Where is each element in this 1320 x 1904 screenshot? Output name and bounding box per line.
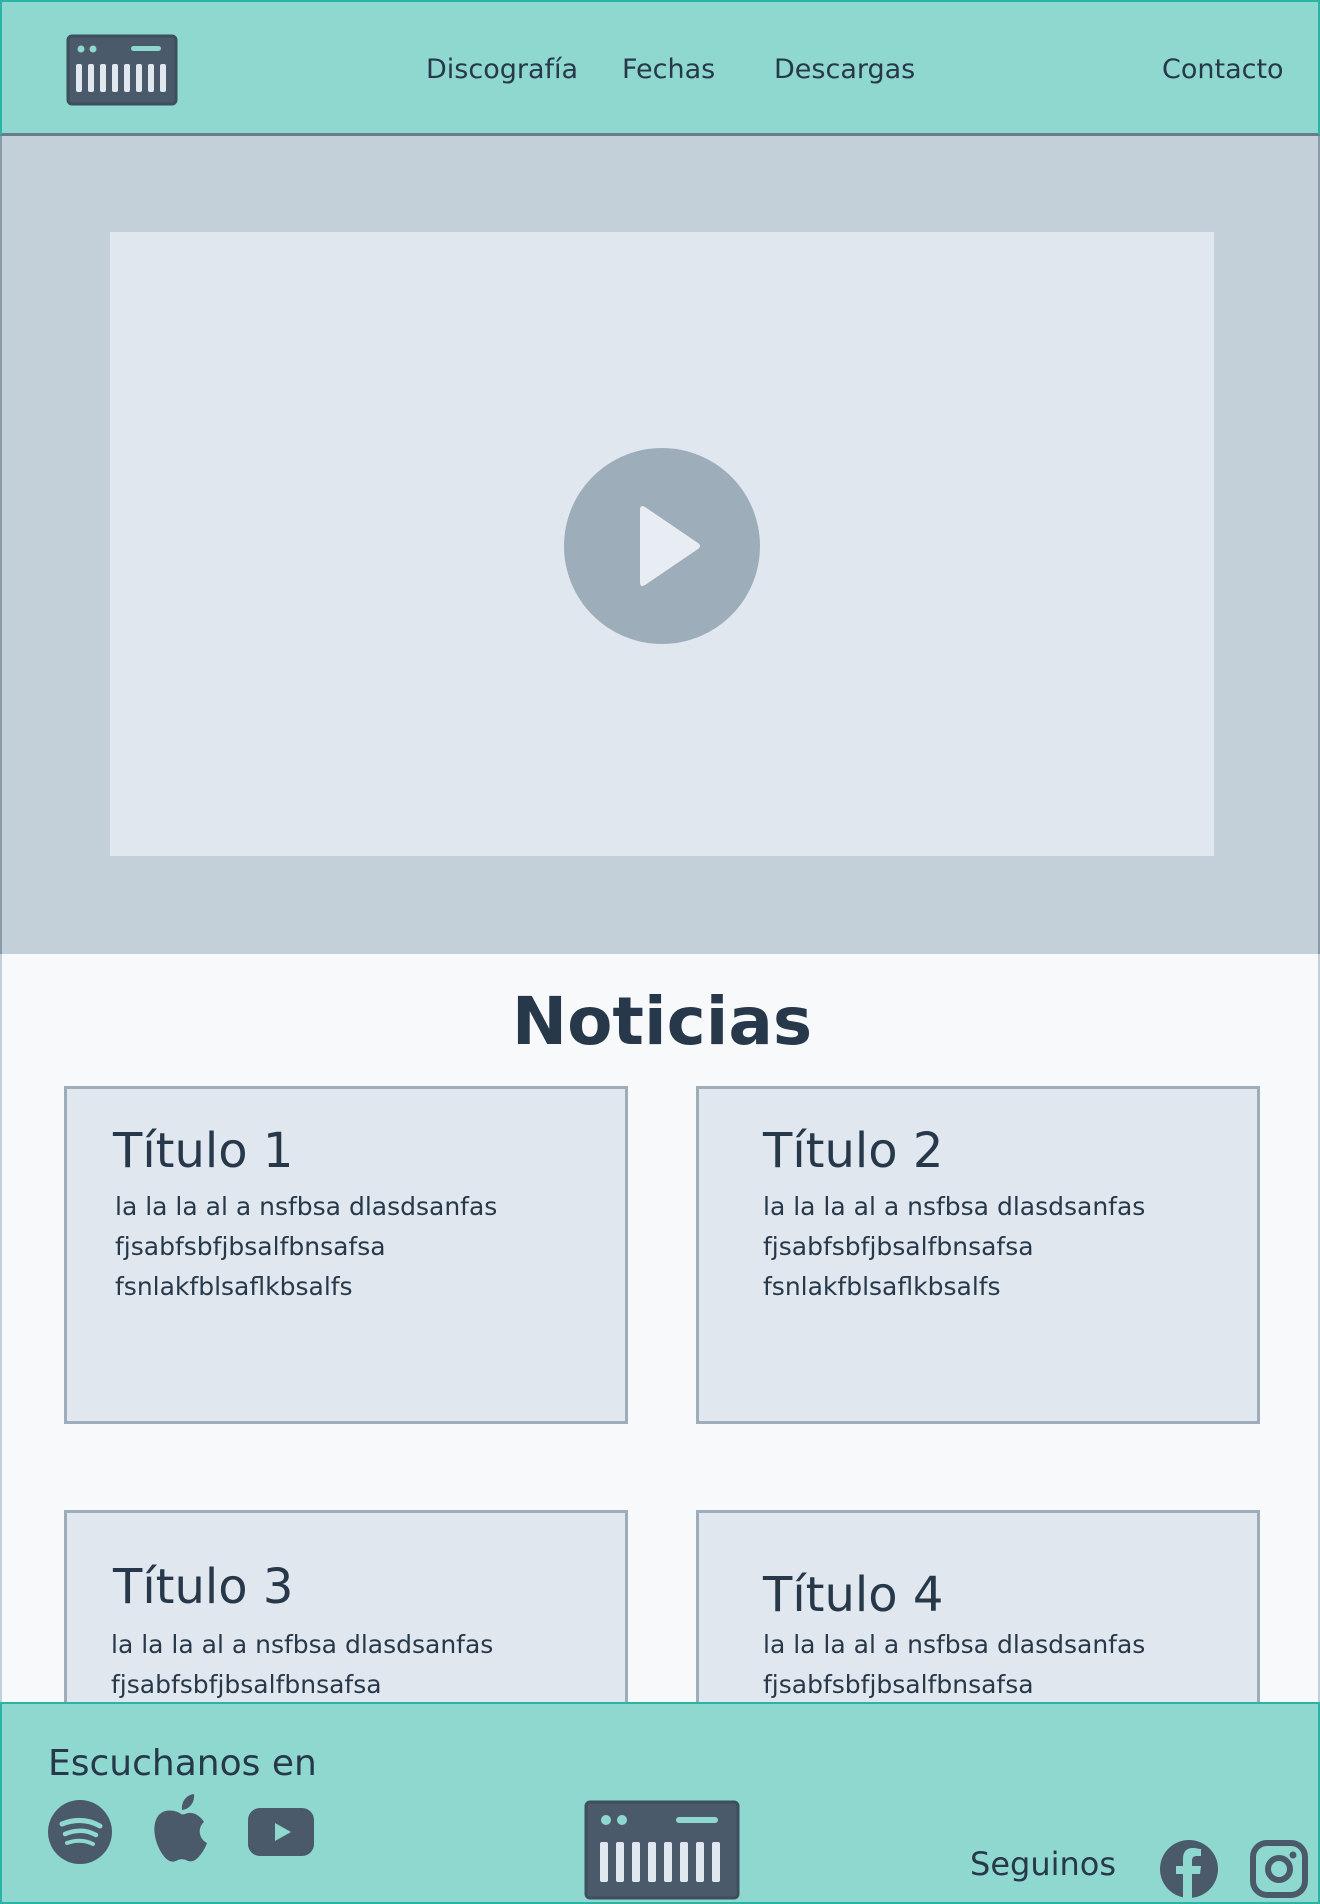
youtube-icon[interactable] xyxy=(248,1808,314,1856)
card-text-line: fjsabfsbfjbsalfbnsafsa xyxy=(763,1232,1034,1261)
card-title: Título 1 xyxy=(113,1123,294,1179)
site-header: Discografía Fechas Descargas Contacto xyxy=(0,0,1320,136)
nav-contacto[interactable]: Contacto xyxy=(1162,50,1284,90)
facebook-icon[interactable] xyxy=(1160,1840,1218,1898)
instagram-icon[interactable] xyxy=(1250,1840,1308,1898)
piano-keyboard-icon[interactable] xyxy=(584,1800,740,1900)
news-card-2[interactable]: Título 2 la la la al a nsfbsa dlasdsanfa… xyxy=(696,1086,1260,1424)
card-text-line: fjsabfsbfjbsalfbnsafsa xyxy=(763,1670,1034,1699)
card-title: Título 2 xyxy=(763,1123,944,1179)
news-section: Noticias Título 1 la la la al a nsfbsa d… xyxy=(0,954,1320,1704)
play-icon[interactable] xyxy=(564,448,760,644)
site-footer: Escuchanos en Seguinos xyxy=(0,1702,1320,1904)
nav-fechas[interactable]: Fechas xyxy=(622,50,715,90)
card-text-line: la la la al a nsfbsa dlasdsanfas xyxy=(763,1192,1146,1221)
news-card-3[interactable]: Título 3 la la la al a nsfbsa dlasdsanfa… xyxy=(64,1510,628,1704)
hero-section xyxy=(0,136,1320,954)
news-heading: Noticias xyxy=(511,983,813,1060)
apple-icon[interactable] xyxy=(150,1792,212,1864)
news-card-1[interactable]: Título 1 la la la al a nsfbsa dlasdsanfa… xyxy=(64,1086,628,1424)
listen-label: Escuchanos en xyxy=(48,1743,317,1784)
card-text-line: la la la al a nsfbsa dlasdsanfas xyxy=(763,1630,1146,1659)
follow-label: Seguinos xyxy=(970,1845,1117,1883)
card-text-line: la la la al a nsfbsa dlasdsanfas xyxy=(115,1192,498,1221)
video-player[interactable] xyxy=(110,232,1214,856)
piano-keyboard-icon[interactable] xyxy=(66,34,178,106)
card-text-line: fsnlakfblsaflkbsalfs xyxy=(115,1272,353,1301)
spotify-icon[interactable] xyxy=(48,1800,112,1864)
card-title: Título 4 xyxy=(763,1567,944,1623)
card-text-line: la la la al a nsfbsa dlasdsanfas xyxy=(111,1630,494,1659)
nav-discografia[interactable]: Discografía xyxy=(426,50,578,90)
card-title: Título 3 xyxy=(113,1559,294,1615)
card-text-line: fsnlakfblsaflkbsalfs xyxy=(763,1272,1001,1301)
news-card-4[interactable]: Título 4 la la la al a nsfbsa dlasdsanfa… xyxy=(696,1510,1260,1704)
card-text-line: fjsabfsbfjbsalfbnsafsa xyxy=(111,1670,382,1699)
card-text-line: fjsabfsbfjbsalfbnsafsa xyxy=(115,1232,386,1261)
nav-descargas[interactable]: Descargas xyxy=(774,50,915,90)
